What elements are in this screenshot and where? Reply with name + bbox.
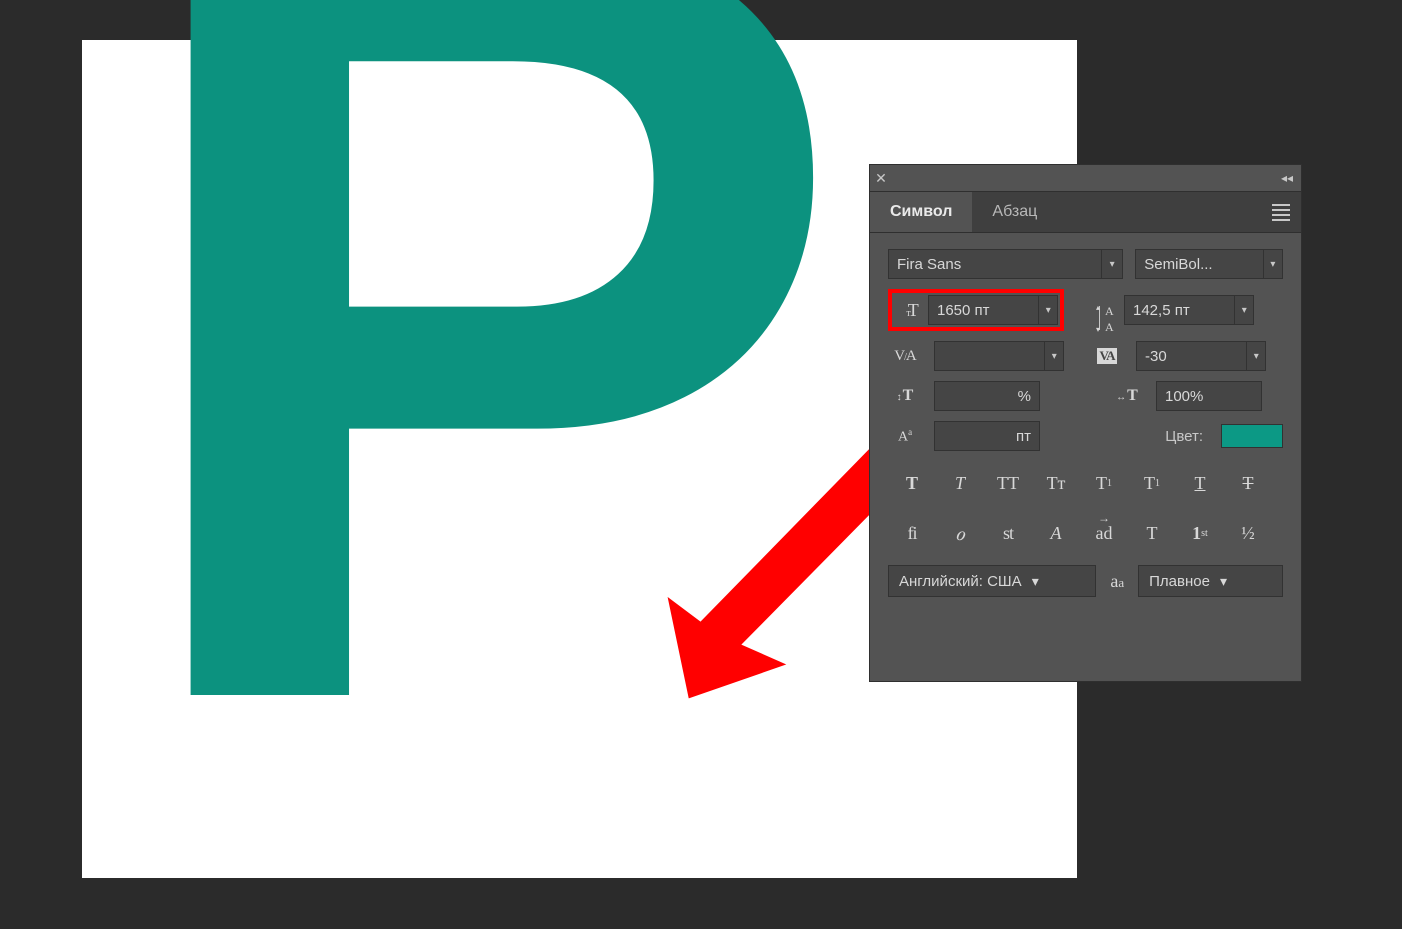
font-style-combo[interactable]: ▾ — [1135, 249, 1283, 279]
kerning-icon: V/A — [888, 343, 922, 369]
font-size-icon: тT — [894, 297, 928, 323]
panel-close-button[interactable]: ✕ — [870, 165, 892, 191]
font-size-highlight: тT ▾ — [888, 289, 1064, 331]
standard-ligatures-button[interactable]: fi — [888, 515, 936, 551]
panel-menu-button[interactable] — [1261, 192, 1301, 232]
panel-titlebar: ✕ ◂◂ — [870, 165, 1301, 192]
text-color-swatch[interactable] — [1221, 424, 1283, 448]
tracking-input[interactable] — [1137, 348, 1246, 365]
vertical-scale-field[interactable] — [934, 381, 1040, 411]
small-caps-button[interactable]: Tᴛ — [1032, 465, 1080, 501]
antialias-combo[interactable]: Плавное ▾ — [1138, 565, 1283, 597]
baseline-shift-input[interactable] — [935, 428, 1039, 445]
antialias-value: Плавное — [1139, 573, 1220, 590]
antialias-icon: aa — [1106, 571, 1128, 592]
tab-paragraph[interactable]: Абзац — [972, 192, 1057, 232]
horizontal-scale-icon: T — [1110, 383, 1144, 409]
underline-button[interactable]: T — [1176, 465, 1224, 501]
tracking-combo[interactable]: ▾ — [1136, 341, 1266, 371]
chevron-down-icon[interactable]: ▾ — [1263, 250, 1282, 278]
language-combo[interactable]: Английский: США ▾ — [888, 565, 1096, 597]
chevron-down-icon[interactable]: ▾ — [1101, 250, 1122, 278]
faux-italic-button[interactable]: T — [936, 465, 984, 501]
subscript-button[interactable]: T1 — [1128, 465, 1176, 501]
fractions-button[interactable]: ½ — [1224, 515, 1272, 551]
language-value: Английский: США — [889, 573, 1032, 590]
tracking-icon: VA — [1090, 343, 1124, 369]
vertical-scale-input[interactable] — [935, 388, 1039, 405]
panel-tabs: Символ Абзац — [870, 192, 1301, 233]
vertical-scale-icon: T — [888, 383, 922, 409]
titling-alternates-button[interactable]: T — [1128, 515, 1176, 551]
kerning-combo[interactable]: ▾ — [934, 341, 1064, 371]
type-style-row-2: fi ℴ st A ad T 1st ½ — [888, 515, 1283, 551]
all-caps-button[interactable]: TT — [984, 465, 1032, 501]
baseline-shift-icon: Aa — [888, 423, 922, 449]
leading-icon: ▴▾AA — [1082, 297, 1112, 323]
leading-combo[interactable]: ▾ — [1124, 295, 1254, 325]
character-panel: ✕ ◂◂ Символ Абзац ▾ ▾ тT — [870, 165, 1301, 681]
color-label: Цвет: — [1165, 428, 1203, 445]
type-style-row-1: T T TT Tᴛ T1 T1 T T — [888, 465, 1283, 501]
panel-collapse-button[interactable]: ◂◂ — [1273, 171, 1301, 185]
font-size-combo[interactable]: ▾ — [928, 295, 1058, 325]
baseline-shift-field[interactable] — [934, 421, 1040, 451]
font-family-combo[interactable]: ▾ — [888, 249, 1123, 279]
faux-bold-button[interactable]: T — [888, 465, 936, 501]
chevron-down-icon[interactable]: ▾ — [1246, 342, 1265, 370]
font-style-input[interactable] — [1136, 256, 1263, 273]
contextual-alternates-button[interactable]: ℴ — [936, 515, 984, 551]
chevron-down-icon[interactable]: ▾ — [1038, 296, 1057, 324]
ordinals-button[interactable]: 1st — [1176, 515, 1224, 551]
chevron-down-icon[interactable]: ▾ — [1234, 296, 1253, 324]
tab-character[interactable]: Символ — [870, 192, 972, 232]
font-size-input[interactable] — [929, 302, 1038, 319]
superscript-button[interactable]: T1 — [1080, 465, 1128, 501]
leading-input[interactable] — [1125, 302, 1234, 319]
chevron-down-icon[interactable]: ▾ — [1220, 573, 1227, 590]
text-layer-letter[interactable]: P — [117, 0, 831, 865]
strikethrough-button[interactable]: T — [1224, 465, 1272, 501]
horizontal-scale-field[interactable] — [1156, 381, 1262, 411]
kerning-input[interactable] — [935, 348, 1044, 365]
stylistic-alternates-button[interactable]: ad — [1080, 515, 1128, 551]
chevron-down-icon[interactable]: ▾ — [1032, 573, 1039, 590]
discretionary-ligatures-button[interactable]: st — [984, 515, 1032, 551]
font-family-input[interactable] — [889, 256, 1101, 273]
swash-button[interactable]: A — [1032, 515, 1080, 551]
chevron-down-icon[interactable]: ▾ — [1044, 342, 1063, 370]
horizontal-scale-input[interactable] — [1157, 388, 1261, 405]
